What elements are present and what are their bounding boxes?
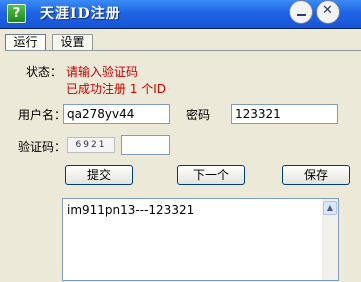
status-message: 请输入验证码: [66, 65, 139, 79]
username-field[interactable]: qa278yv44: [63, 104, 170, 124]
password-label: 密码: [186, 108, 211, 122]
password-field[interactable]: 123321: [231, 104, 338, 124]
status-label: 状态：: [26, 65, 63, 79]
username-label: 用户名：: [18, 108, 67, 122]
registration-count-message: 已成功注册 1 个ID: [66, 82, 167, 96]
help-icon[interactable]: ?: [7, 4, 26, 23]
tab-settings[interactable]: 设置: [52, 34, 93, 50]
submit-button[interactable]: 提交: [65, 165, 133, 185]
scroll-up-arrow-icon[interactable]: ▲: [323, 201, 337, 215]
captcha-label: 验证码：: [18, 140, 67, 154]
captcha-image: 6921: [67, 137, 115, 153]
save-button[interactable]: 保存: [282, 165, 350, 185]
title-bar: ? 天涯ID注册: [0, 0, 361, 29]
vertical-scrollbar[interactable]: ▲: [322, 199, 338, 280]
log-textarea[interactable]: im911pn13---123321 ▲: [62, 198, 339, 281]
minimize-button[interactable]: [289, 0, 313, 24]
captcha-field[interactable]: [121, 135, 170, 155]
close-button[interactable]: [316, 0, 340, 24]
next-button[interactable]: 下一个: [177, 165, 245, 185]
window-title: 天涯ID注册: [40, 6, 121, 22]
log-line: im911pn13---123321: [67, 203, 195, 217]
tab-run[interactable]: 运行: [5, 34, 46, 50]
